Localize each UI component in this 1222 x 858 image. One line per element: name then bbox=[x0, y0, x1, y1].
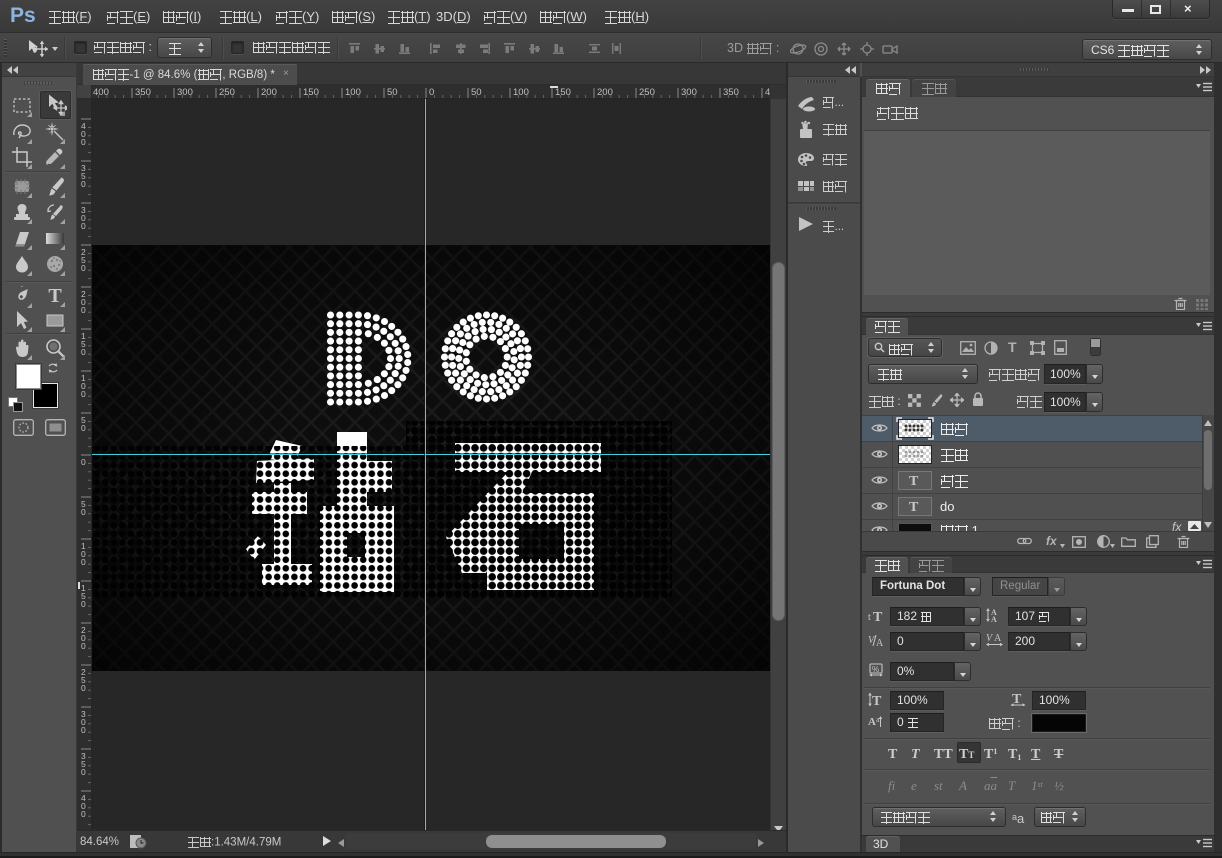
svg-text:A: A bbox=[991, 615, 997, 622]
svg-text:0: 0 bbox=[81, 389, 86, 399]
svg-text:100: 100 bbox=[345, 87, 361, 98]
svg-text:%: % bbox=[872, 665, 879, 674]
svg-text:0: 0 bbox=[81, 457, 86, 467]
svg-text:a: a bbox=[876, 715, 880, 724]
svg-text:0: 0 bbox=[81, 507, 86, 517]
svg-text:50: 50 bbox=[471, 87, 482, 98]
svg-text:A: A bbox=[994, 633, 1002, 644]
svg-text:T: T bbox=[872, 694, 882, 707]
svg-text:0: 0 bbox=[81, 599, 86, 609]
svg-text:150: 150 bbox=[555, 87, 571, 98]
svg-text:0: 0 bbox=[81, 347, 86, 357]
svg-text:0: 0 bbox=[81, 767, 86, 777]
svg-text:0: 0 bbox=[81, 137, 86, 147]
svg-text:0: 0 bbox=[81, 305, 86, 315]
svg-text:400: 400 bbox=[93, 87, 109, 98]
svg-text:50: 50 bbox=[387, 87, 398, 98]
svg-text:0: 0 bbox=[81, 641, 86, 651]
svg-text:0: 0 bbox=[81, 221, 86, 231]
svg-text:0: 0 bbox=[81, 809, 86, 819]
svg-text:400: 400 bbox=[765, 87, 770, 98]
svg-text:200: 200 bbox=[261, 87, 277, 98]
svg-text:0: 0 bbox=[81, 263, 86, 273]
svg-text:0: 0 bbox=[81, 423, 86, 433]
svg-text:0: 0 bbox=[429, 87, 434, 98]
svg-text:t: t bbox=[868, 612, 871, 622]
svg-text:350: 350 bbox=[723, 87, 739, 98]
svg-text:100: 100 bbox=[513, 87, 529, 98]
svg-text:A: A bbox=[876, 638, 884, 646]
svg-text:0: 0 bbox=[81, 683, 86, 693]
svg-text:150: 150 bbox=[303, 87, 319, 98]
svg-text:V: V bbox=[986, 633, 994, 644]
svg-text:200: 200 bbox=[597, 87, 613, 98]
svg-text:250: 250 bbox=[219, 87, 235, 98]
svg-text:A: A bbox=[868, 716, 876, 728]
svg-text:250: 250 bbox=[639, 87, 655, 98]
svg-text:0: 0 bbox=[81, 557, 86, 567]
svg-text:0: 0 bbox=[81, 725, 86, 735]
svg-text:0: 0 bbox=[81, 179, 86, 189]
svg-text:T: T bbox=[873, 610, 883, 622]
svg-text:300: 300 bbox=[177, 87, 193, 98]
svg-text:300: 300 bbox=[681, 87, 697, 98]
svg-text:350: 350 bbox=[135, 87, 151, 98]
